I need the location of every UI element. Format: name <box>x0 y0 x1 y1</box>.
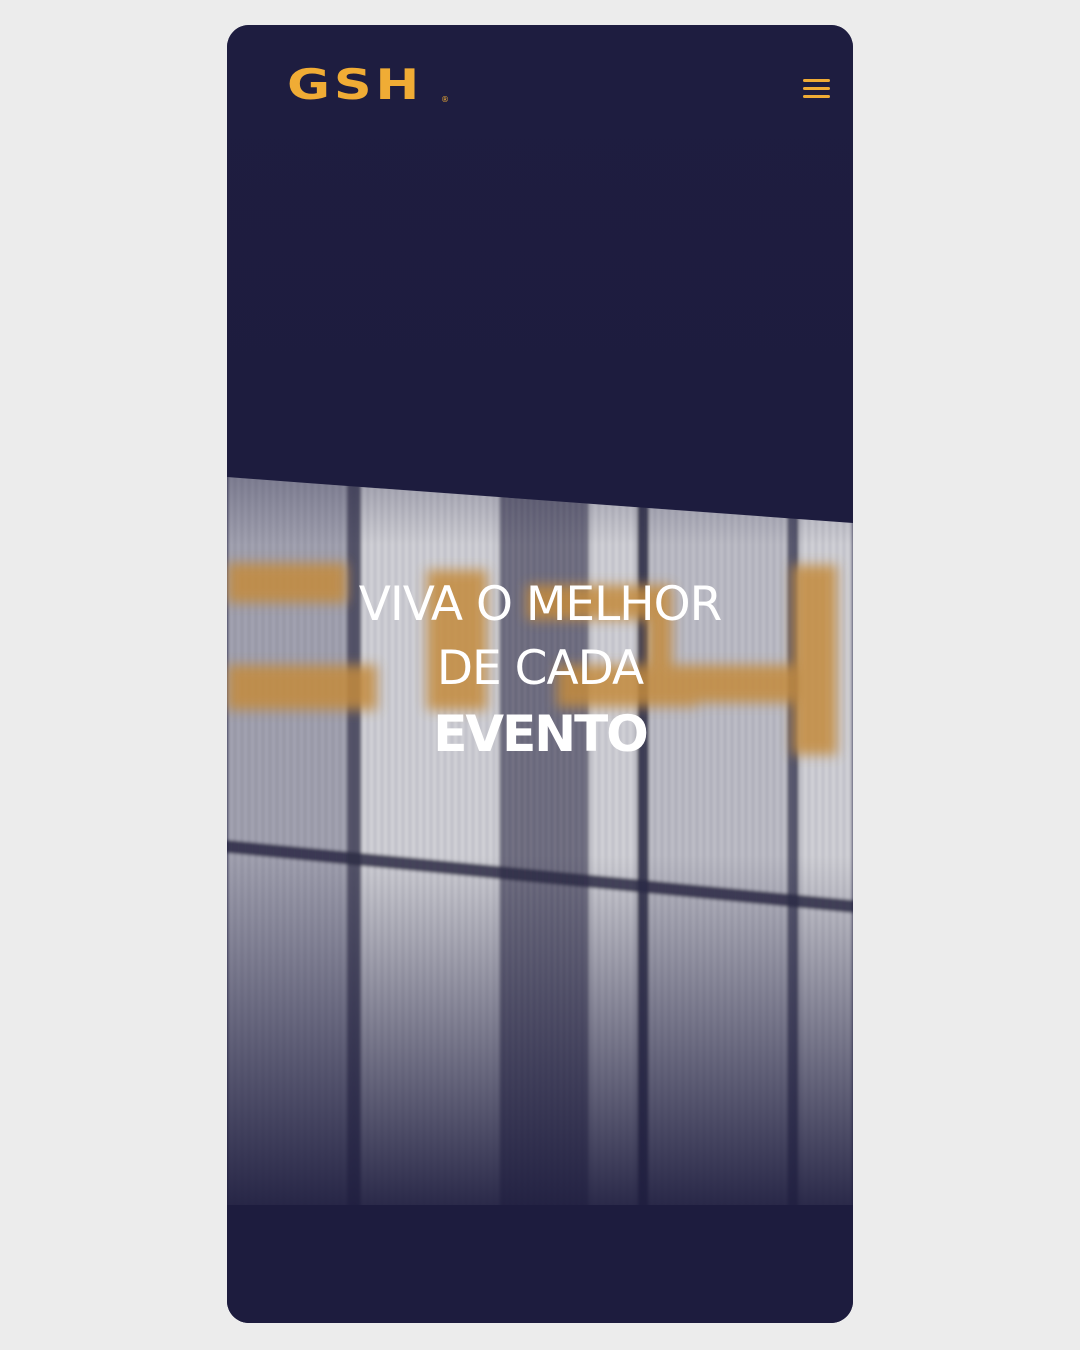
logo-text: GSH <box>287 60 424 109</box>
hero-line-2: DE CADA <box>436 641 644 696</box>
hamburger-menu-icon[interactable] <box>799 76 833 104</box>
hero-line-3: EVENTO <box>433 705 648 763</box>
phone-frame: GSH ® VIVA O MELHOR DE CADA EVENTO <box>227 25 853 1323</box>
hero-line-1: VIVA O MELHOR <box>358 577 723 632</box>
hero-headline: VIVA O MELHOR DE CADA EVENTO <box>227 573 853 767</box>
brand-logo[interactable]: GSH ® <box>287 60 452 109</box>
menu-line <box>803 87 830 90</box>
menu-line <box>803 79 830 82</box>
site-header: GSH ® <box>227 25 853 155</box>
menu-line <box>803 95 830 98</box>
registered-mark: ® <box>441 95 449 104</box>
